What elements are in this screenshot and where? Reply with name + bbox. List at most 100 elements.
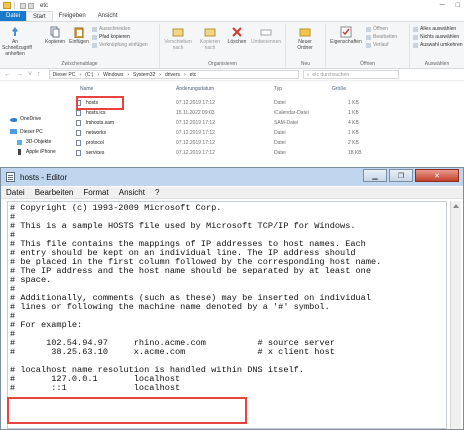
menu-file[interactable]: Datei xyxy=(1,188,30,197)
paste-button[interactable]: Einfügen xyxy=(68,26,90,45)
copy-button[interactable]: Kopieren xyxy=(44,26,66,45)
file-row-lmhosts[interactable]: lmhosts.sam 07.12.2019 17:12 SAM-Datei 4… xyxy=(72,118,372,127)
close-icon: ✕ xyxy=(434,172,440,180)
cloud-icon xyxy=(10,118,17,122)
new-group: Neuer Ordner Neu xyxy=(286,24,326,68)
back-arrow-icon[interactable]: ← xyxy=(4,71,11,78)
up-arrow-icon[interactable]: ↑ xyxy=(37,71,41,78)
history-icon xyxy=(366,42,371,48)
delete-x-icon xyxy=(231,26,243,38)
file-icon xyxy=(76,150,81,156)
file-icon xyxy=(76,120,81,126)
text-line: # The IP address and the host name shoul… xyxy=(10,266,371,276)
notepad-title: hosts - Editor xyxy=(20,172,68,182)
scissors-icon xyxy=(92,26,97,32)
breadcrumb-drivers[interactable]: drivers xyxy=(165,72,180,78)
notepad-title-bar: hosts - Editor ▁ ❐ ✕ xyxy=(1,168,463,186)
vertical-scrollbar[interactable] xyxy=(450,201,461,429)
tab-start[interactable]: Start xyxy=(26,11,53,21)
highlight-box-empty-lines xyxy=(7,397,247,424)
maximize-button[interactable]: ❐ xyxy=(389,169,413,182)
paste-shortcut-button[interactable]: Verknüpfung einfügen xyxy=(92,42,148,48)
pin-icon xyxy=(9,26,21,38)
organize-group: Verschieben nach Kopieren nach Löschen U… xyxy=(160,24,286,68)
invert-selection-button[interactable]: Auswahl umkehren xyxy=(413,42,463,48)
properties-button[interactable]: Eigenschaften xyxy=(328,26,364,45)
cut-button[interactable]: Ausschneiden xyxy=(92,26,130,32)
navigation-pane: OneDrive Dieser PC 3D-Objekte Apple iPho… xyxy=(0,82,66,168)
pin-quick-access-button[interactable]: An Schnellzugriff anheften xyxy=(2,26,32,57)
select-none-button[interactable]: Nichts auswählen xyxy=(413,34,459,40)
text-line: # ::1 localhost xyxy=(10,383,181,393)
recent-chevron-icon[interactable]: ˅ xyxy=(28,71,32,78)
organize-group-label: Organisieren xyxy=(208,61,237,67)
menu-help[interactable]: ? xyxy=(150,188,164,197)
nav-item-this-pc[interactable]: Dieser PC xyxy=(10,129,43,135)
properties-checkmark-icon xyxy=(340,26,352,38)
open-group-label: Öffnen xyxy=(360,61,375,67)
nav-item-iphone[interactable]: Apple iPhone xyxy=(16,149,56,155)
highlight-box-hosts xyxy=(76,96,124,110)
select-none-icon xyxy=(413,34,418,40)
tab-file[interactable]: Datei xyxy=(0,11,27,21)
select-group: Alles auswählen Nichts auswählen Auswahl… xyxy=(410,24,464,68)
file-icon xyxy=(76,130,81,136)
folder-icon xyxy=(3,2,11,9)
file-icon xyxy=(76,140,81,146)
restore-icon: ❐ xyxy=(397,172,405,180)
minimize-button[interactable]: ▁ xyxy=(363,169,387,182)
new-folder-button[interactable]: Neuer Ordner xyxy=(290,26,320,51)
copy-to-button[interactable]: Kopieren nach xyxy=(196,26,224,51)
menu-edit[interactable]: Bearbeiten xyxy=(30,188,79,197)
breadcrumb-this-pc[interactable]: Dieser PC xyxy=(53,72,76,78)
tab-view[interactable]: Ansicht xyxy=(92,11,124,21)
file-row-networks[interactable]: networks 07.12.2019 17:12 Datei 1 KB xyxy=(72,128,372,137)
text-line: # space. xyxy=(10,275,52,285)
quick-access-properties-icon[interactable] xyxy=(20,2,26,9)
select-group-label: Auswählen xyxy=(424,61,450,67)
cube-icon xyxy=(17,140,22,145)
clipboard-icon xyxy=(73,26,85,39)
breadcrumb-system32[interactable]: System32 xyxy=(133,72,155,78)
phone-icon xyxy=(18,149,21,155)
rename-button[interactable]: Umbenennen xyxy=(250,26,282,45)
calendar-file-icon xyxy=(76,110,81,116)
delete-button[interactable]: Löschen xyxy=(226,26,248,45)
menu-view[interactable]: Ansicht xyxy=(114,188,150,197)
clipboard-group: An Schnellzugriff anheften Kopieren Einf… xyxy=(0,24,160,68)
tab-share[interactable]: Freigeben xyxy=(53,11,92,21)
menu-format[interactable]: Format xyxy=(78,188,113,197)
text-editor-area[interactable]: # Copyright (c) 1993-2009 Microsoft Corp… xyxy=(7,201,447,429)
move-to-button[interactable]: Verschieben nach xyxy=(164,26,192,51)
nav-item-3d-objects[interactable]: 3D-Objekte xyxy=(16,139,51,145)
breadcrumb-windows[interactable]: Windows xyxy=(103,72,123,78)
search-input[interactable]: ⌕ etc durchsuchen xyxy=(302,70,399,79)
text-line: # This is a sample HOSTS file used by Mi… xyxy=(10,221,356,231)
computer-icon xyxy=(10,129,17,134)
file-row-services[interactable]: services 07.12.2019 17:12 Datei 18 KB xyxy=(72,148,372,157)
history-button[interactable]: Verlauf xyxy=(366,42,389,48)
breadcrumb-drive-c[interactable]: (C:) xyxy=(85,72,93,78)
quick-access-new-folder-icon[interactable] xyxy=(28,2,34,9)
scroll-up-arrow-icon[interactable] xyxy=(453,204,459,208)
open-group: Eigenschaften Öffnen Bearbeiten Verlauf … xyxy=(326,24,410,68)
select-all-button[interactable]: Alles auswählen xyxy=(413,26,456,32)
address-bar[interactable]: Dieser PC › (C:) › Windows › System32 › … xyxy=(48,70,299,79)
column-name[interactable]: Name xyxy=(80,86,93,92)
notepad-window: hosts - Editor ▁ ❐ ✕ Datei Bearbeiten Fo… xyxy=(0,167,464,430)
text-line: # lines or following the machine name de… xyxy=(10,302,330,312)
edit-button[interactable]: Bearbeiten xyxy=(366,34,397,40)
copy-path-button[interactable]: Pfad kopieren xyxy=(92,34,130,40)
nav-item-onedrive[interactable]: OneDrive xyxy=(10,116,41,122)
column-size[interactable]: Größe xyxy=(332,86,346,92)
forward-arrow-icon[interactable]: → xyxy=(16,71,23,78)
column-date[interactable]: Änderungsdatum xyxy=(176,86,214,92)
file-row-protocol[interactable]: protocol 07.12.2019 17:12 Datei 2 KB xyxy=(72,138,372,147)
maximize-icon[interactable]: □ xyxy=(456,2,460,9)
minimize-icon[interactable]: ─ xyxy=(440,2,445,9)
column-type[interactable]: Typ xyxy=(274,86,282,92)
open-button[interactable]: Öffnen xyxy=(366,26,388,32)
close-button[interactable]: ✕ xyxy=(415,169,459,182)
breadcrumb-etc[interactable]: etc xyxy=(190,72,197,78)
text-line: # Copyright (c) 1993-2009 Microsoft Corp… xyxy=(10,203,222,213)
